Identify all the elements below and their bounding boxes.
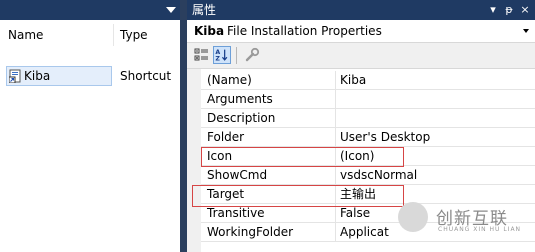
pin-icon[interactable]: ᵽ [502, 0, 516, 20]
properties-titlebar: 属性 ▾ ᵽ × [187, 0, 535, 20]
column-divider[interactable] [113, 24, 114, 46]
property-name: Folder [207, 130, 245, 144]
property-column-divider[interactable] [335, 71, 336, 90]
property-name: Arguments [207, 92, 273, 106]
property-column-divider[interactable] [335, 128, 336, 147]
highlight-icon-row [201, 147, 404, 167]
wrench-icon[interactable] [243, 46, 261, 64]
property-row[interactable]: Description [201, 109, 535, 128]
property-column-divider[interactable] [335, 109, 336, 128]
file-list-item[interactable]: Kiba [6, 66, 112, 86]
file-type: Shortcut [120, 69, 172, 83]
shortcut-file-icon [9, 69, 21, 83]
highlight-target-row [192, 185, 404, 207]
property-column-divider[interactable] [335, 223, 336, 242]
property-name: ShowCmd [207, 168, 268, 182]
file-system-list: Name Type Kiba Shortcut [0, 20, 180, 252]
property-value[interactable]: Applicat [340, 223, 389, 242]
property-name: Description [207, 111, 276, 125]
file-name: Kiba [24, 69, 51, 83]
property-row[interactable]: (Name) Kiba [201, 71, 535, 90]
categorized-icon[interactable] [193, 46, 211, 64]
watermark-logo-icon [398, 202, 428, 232]
pane-splitter[interactable] [180, 0, 187, 252]
alphabetical-sort-icon[interactable]: A Z [213, 46, 231, 64]
column-header-name[interactable]: Name [8, 24, 108, 46]
property-column-divider[interactable] [335, 90, 336, 109]
close-button[interactable]: × [518, 0, 532, 20]
object-name: Kiba [194, 24, 225, 38]
property-grid-gutter [187, 69, 201, 252]
left-pane-dropdown-icon[interactable] [166, 7, 176, 13]
property-value[interactable]: User's Desktop [340, 128, 430, 147]
watermark: 创新互联 CHUANG XIN HU LIAN [398, 198, 535, 242]
properties-toolbar: A Z [187, 43, 535, 69]
property-value[interactable]: Kiba [340, 71, 366, 90]
object-selector[interactable]: Kiba File Installation Properties [187, 20, 535, 43]
property-name: WorkingFolder [207, 225, 294, 239]
watermark-subtitle: CHUANG XIN HU LIAN [438, 226, 522, 233]
chevron-down-icon[interactable] [523, 29, 529, 33]
property-column-divider[interactable] [335, 166, 336, 185]
object-type: File Installation Properties [227, 24, 382, 38]
property-row[interactable]: Folder User's Desktop [201, 128, 535, 147]
property-value[interactable]: vsdscNormal [340, 166, 417, 185]
property-row[interactable]: ShowCmd vsdscNormal [201, 166, 535, 185]
svg-text:Z: Z [215, 55, 220, 62]
toolbar-divider [236, 47, 237, 64]
property-row[interactable]: Arguments [201, 90, 535, 109]
window-menu-button[interactable]: ▾ [486, 0, 500, 20]
property-name: (Name) [207, 73, 252, 87]
properties-title: 属性 [192, 3, 217, 17]
column-header-type[interactable]: Type [120, 24, 178, 46]
left-pane-titlebar [0, 0, 180, 20]
